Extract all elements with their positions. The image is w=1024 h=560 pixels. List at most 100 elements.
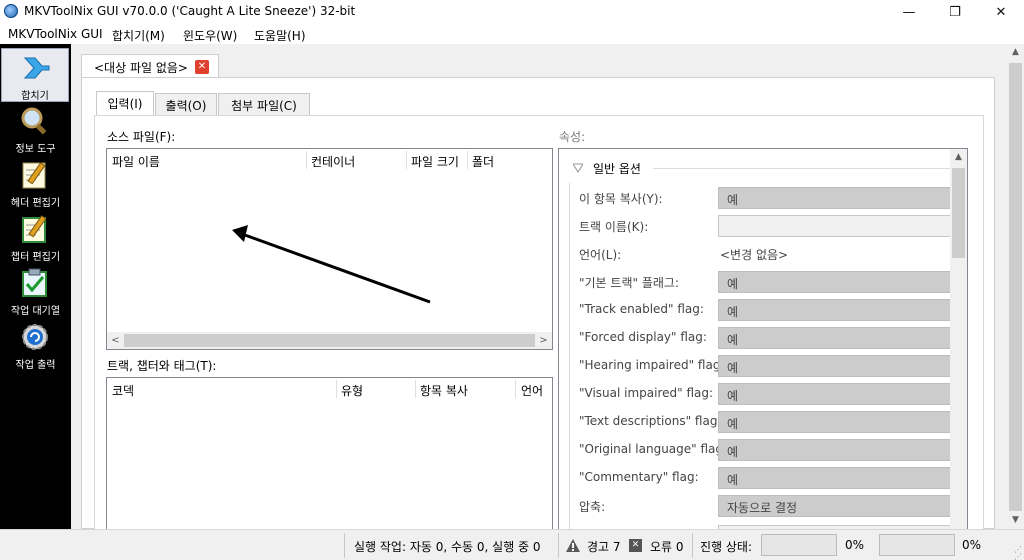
column-separator — [336, 380, 337, 398]
copy-item-select[interactable]: 예 — [718, 187, 951, 209]
chapter-note-icon — [22, 215, 47, 243]
column-container[interactable]: 컨테이너 — [311, 153, 355, 170]
original-language-flag-select[interactable]: 예 — [718, 439, 951, 461]
error-icon[interactable]: ✕ — [629, 539, 642, 552]
close-window-button[interactable]: ✕ — [978, 0, 1024, 24]
property-row: 압축: 자동으로 결정 — [579, 495, 951, 517]
commentary-flag-select[interactable]: 예 — [718, 467, 951, 489]
current-job-progress-bar — [761, 534, 837, 556]
property-row: "Original language" flag: 예 — [579, 439, 951, 461]
default-track-flag-select[interactable]: 예 — [718, 271, 951, 293]
menu-bar: MKVToolNix GUI 합치기(M) 윈도우(W) 도움말(H) — [0, 24, 1024, 44]
status-divider — [344, 533, 345, 558]
tracks-label: 트랙, 챕터와 태그(T): — [107, 359, 217, 373]
properties-panel: 일반 옵션 이 항목 복사(Y): 예 트랙 이름(K): 언어(L): <변경… — [558, 148, 968, 538]
resize-grip-icon[interactable]: ⋰ ⋰ — [1008, 546, 1022, 560]
language-select[interactable]: <변경 없음> — [718, 243, 951, 265]
scrollbar-thumb[interactable] — [1009, 63, 1022, 511]
property-row: 이 항목 복사(Y): 예 — [579, 187, 951, 209]
column-file-name[interactable]: 파일 이름 — [112, 153, 160, 170]
property-row: 언어(L): <변경 없음> — [579, 243, 951, 265]
column-separator — [467, 151, 468, 169]
property-row: "Forced display" flag: 예 — [579, 327, 951, 349]
pencil-note-icon — [22, 162, 46, 189]
forced-display-flag-select[interactable]: 예 — [718, 327, 951, 349]
menu-help[interactable]: 도움말(H) — [254, 27, 306, 44]
property-row: "Visual impaired" flag: 예 — [579, 383, 951, 405]
source-horizontal-scrollbar[interactable]: < > — [107, 332, 552, 349]
scroll-up-icon[interactable]: ▲ — [1007, 44, 1024, 61]
menu-mkvtoolnix-gui[interactable]: MKVToolNix GUI — [8, 27, 103, 41]
total-progress-value: 0% — [962, 538, 982, 552]
sidebar-item-merge[interactable]: 합치기 — [1, 48, 69, 102]
tab-no-destination-file[interactable]: <대상 파일 없음> ✕ — [81, 54, 219, 78]
progress-label: 진행 상태: — [700, 540, 753, 554]
title-bar: MKVToolNix GUI v70.0.0 ('Caught A Lite S… — [0, 0, 1024, 24]
column-type[interactable]: 유형 — [341, 382, 363, 399]
job-count-status: 실행 작업: 자동 0, 수동 0, 실행 중 0 — [354, 540, 541, 554]
hearing-impaired-flag-select[interactable]: 예 — [718, 355, 951, 377]
sidebar-item-chapter-editor[interactable]: 챕터 편집기 — [0, 210, 71, 264]
group-divider — [653, 168, 951, 169]
sidebar-item-job-queue[interactable]: 작업 대기열 — [0, 264, 71, 318]
scroll-up-icon[interactable]: ▲ — [950, 149, 967, 166]
property-row: 트랙 이름(K): — [579, 215, 951, 237]
track-enabled-flag-select[interactable]: 예 — [718, 299, 951, 321]
tab-attachments[interactable]: 첨부 파일(C) — [218, 93, 310, 115]
scroll-down-icon[interactable]: ▼ — [1007, 512, 1024, 529]
tab-label: <대상 파일 없음> — [94, 61, 188, 75]
total-progress-bar — [879, 534, 955, 556]
column-separator — [306, 151, 307, 169]
property-row: "Commentary" flag: 예 — [579, 467, 951, 489]
scroll-right-icon[interactable]: > — [535, 332, 552, 349]
text-descriptions-flag-select[interactable]: 예 — [718, 411, 951, 433]
merge-arrow-icon — [23, 57, 50, 79]
column-separator — [406, 151, 407, 169]
compression-select[interactable]: 자동으로 결정 — [718, 495, 951, 517]
scrollbar-thumb[interactable] — [124, 334, 535, 347]
column-language[interactable]: 언어 — [521, 382, 543, 399]
maximize-button[interactable]: ❐ — [932, 0, 978, 24]
column-copy-item[interactable]: 항목 복사 — [420, 382, 468, 399]
tracks-list[interactable]: 코덱 유형 항목 복사 언어 — [106, 377, 553, 537]
column-separator — [415, 380, 416, 398]
window-title: MKVToolNix GUI v70.0.0 ('Caught A Lite S… — [24, 4, 356, 18]
group-divider — [569, 183, 570, 537]
error-count[interactable]: 오류 0 — [650, 538, 684, 555]
scrollbar-thumb[interactable] — [952, 168, 965, 258]
minimize-button[interactable]: — — [886, 0, 932, 24]
sidebar-item-info-tool[interactable]: 정보 도구 — [0, 102, 71, 156]
general-options-title: 일반 옵션 — [593, 162, 641, 176]
collapse-triangle-icon[interactable] — [573, 163, 583, 173]
warning-icon[interactable] — [566, 539, 580, 552]
status-divider — [692, 533, 693, 558]
close-tab-icon[interactable]: ✕ — [195, 60, 209, 74]
tab-input[interactable]: 입력(I) — [96, 91, 154, 116]
sidebar-item-job-output[interactable]: 작업 출력 — [0, 318, 71, 372]
track-name-input[interactable] — [718, 215, 951, 237]
visual-impaired-flag-select[interactable]: 예 — [718, 383, 951, 405]
tab-output[interactable]: 출력(O) — [155, 93, 217, 115]
menu-window[interactable]: 윈도우(W) — [183, 27, 237, 44]
checklist-icon — [22, 268, 47, 297]
column-codec[interactable]: 코덱 — [112, 382, 134, 399]
status-divider — [558, 533, 559, 558]
magnifier-icon — [21, 107, 47, 135]
properties-label: 속성: — [559, 130, 586, 144]
scroll-left-icon[interactable]: < — [107, 332, 124, 349]
warning-count[interactable]: 경고 7 — [587, 538, 621, 555]
column-folder[interactable]: 폴더 — [472, 153, 494, 170]
gear-output-icon — [22, 324, 48, 350]
tool-sidebar: 합치기 정보 도구 헤더 편집기 챕터 편집기 작업 대기열 작업 출력 — [0, 44, 71, 560]
column-file-size[interactable]: 파일 크기 — [411, 153, 459, 170]
window-vertical-scrollbar[interactable]: ▲ ▼ — [1007, 44, 1024, 529]
sidebar-item-header-editor[interactable]: 헤더 편집기 — [0, 156, 71, 210]
current-job-progress-value: 0% — [845, 538, 865, 552]
status-bar: 실행 작업: 자동 0, 수동 0, 실행 중 0 경고 7 ✕ 오류 0 진행… — [0, 529, 1024, 560]
properties-vertical-scrollbar[interactable]: ▲ — [950, 149, 967, 537]
mkvtoolnix-app-icon — [4, 4, 18, 18]
menu-merge[interactable]: 합치기(M) — [112, 27, 165, 44]
property-row: "Hearing impaired" flag: 예 — [579, 355, 951, 377]
source-files-label: 소스 파일(F): — [107, 130, 176, 144]
annotation-arrow-icon — [232, 225, 431, 304]
